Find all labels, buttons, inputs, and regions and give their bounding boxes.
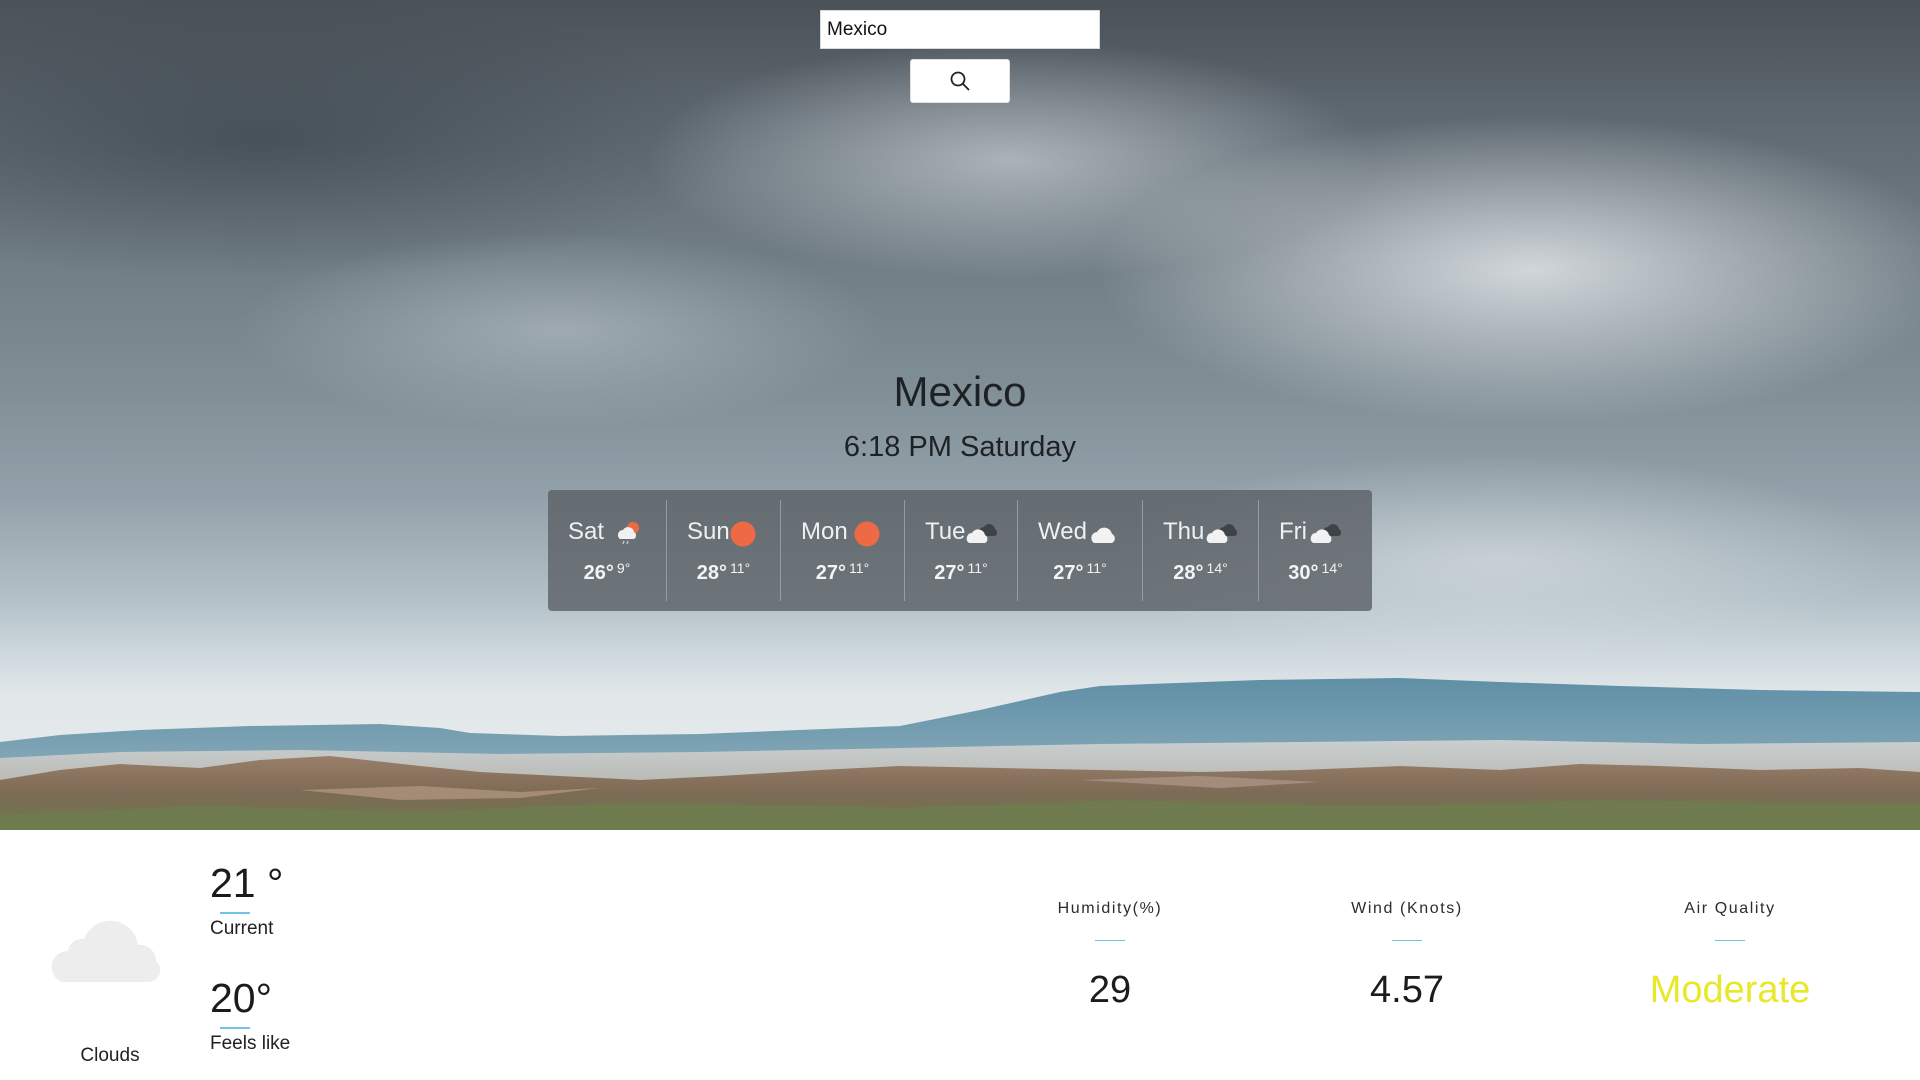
forecast-temps: 27° 11° [1018, 560, 1142, 585]
forecast-day-name: Tue [925, 518, 966, 545]
wind-value: 4.57 [1370, 969, 1444, 1011]
condition-label: Clouds [80, 1045, 140, 1066]
forecast-day-name: Fri [1279, 518, 1307, 545]
forecast-temps: 28° 11° [667, 560, 780, 585]
forecast-low: 11° [849, 560, 870, 576]
forecast-day: Wed 27° 11° [1018, 500, 1143, 601]
air-quality-value: Moderate [1649, 969, 1811, 1011]
forecast-day-name: Sat [568, 518, 605, 545]
city-name: Mexico [893, 368, 1027, 415]
forecast-day-name: Sun [687, 518, 730, 545]
forecast-day: Fri 30° 14° [1259, 500, 1372, 601]
humidity-label: Humidity(%) [1057, 900, 1163, 917]
forecast-temps: 28° 14° [1143, 560, 1258, 585]
forecast-low: 11° [967, 560, 988, 576]
feels-like-temp: 20° [210, 975, 273, 1021]
current-weather-section: Clouds 21 ° Current 20° Feels like Humid… [0, 830, 1920, 1080]
humidity-stat: Humidity(%) 29 [960, 900, 1260, 1012]
forecast-temps: 27° 11° [781, 560, 904, 585]
sun-cloud-rain-icon [618, 522, 639, 545]
landscape-image [0, 678, 1920, 830]
divider [1715, 940, 1745, 941]
forecast-temps: 30° 14° [1259, 560, 1372, 585]
search-input[interactable] [820, 10, 1100, 49]
forecast-high: 27° [934, 562, 965, 584]
divider [220, 1027, 250, 1029]
forecast-day: Thu 28° 14° [1143, 500, 1259, 601]
forecast-high: 30° [1288, 562, 1319, 584]
forecast-panel: Sat 26° 9° Sun 28° 11° Mon 27° 11° Tue 2… [548, 490, 1372, 611]
clouds-icon [966, 524, 998, 543]
search-icon [950, 71, 970, 91]
cloud-icon [51, 920, 161, 982]
forecast-low: 11° [730, 560, 751, 576]
forecast-low: 9° [616, 560, 631, 576]
forecast-high: 26° [583, 562, 614, 584]
divider [1095, 940, 1125, 941]
sun-icon [730, 521, 756, 547]
air-quality-stat: Air Quality Moderate [1580, 900, 1880, 1012]
local-datetime: 6:18 PM Saturday [843, 431, 1077, 463]
forecast-high: 28° [696, 562, 728, 584]
cloud-icon [1091, 527, 1115, 543]
wind-stat: Wind (Knots) 4.57 [1257, 900, 1557, 1012]
forecast-temps: 27° 11° [905, 560, 1017, 585]
forecast-high: 27° [1053, 562, 1084, 584]
forecast-temps: 26° 9° [548, 560, 666, 585]
search-button[interactable] [910, 59, 1010, 103]
divider [1392, 940, 1422, 941]
current-temp-label: Current [210, 918, 274, 939]
humidity-value: 29 [1088, 969, 1132, 1011]
forecast-low: 14° [1206, 560, 1228, 576]
hero-background: Mexico 6:18 PM Saturday Sat 26°9° Sun 28… [0, 0, 1920, 830]
forecast-day: Sat 26° 9° [548, 500, 667, 601]
clouds-icon [1206, 524, 1238, 543]
forecast-day-name: Wed [1038, 518, 1087, 545]
clouds-icon [1310, 524, 1342, 543]
forecast-day-name: Thu [1163, 518, 1205, 545]
forecast-low: 14° [1321, 560, 1343, 576]
forecast-high: 27° [815, 562, 847, 584]
forecast-high: 28° [1173, 562, 1204, 584]
feels-like-label: Feels like [210, 1033, 291, 1054]
forecast-day: Tue 27° 11° [905, 500, 1018, 601]
wind-label: Wind (Knots) [1351, 900, 1463, 917]
air-quality-label: Air Quality [1684, 900, 1776, 917]
current-temp: 21 ° [210, 860, 284, 906]
divider [220, 912, 250, 914]
sun-icon [854, 521, 880, 547]
forecast-low: 11° [1086, 560, 1107, 576]
forecast-day: Mon 27° 11° [781, 500, 905, 601]
forecast-day-name: Mon [801, 518, 848, 545]
forecast-day: Sun 28° 11° [667, 500, 781, 601]
